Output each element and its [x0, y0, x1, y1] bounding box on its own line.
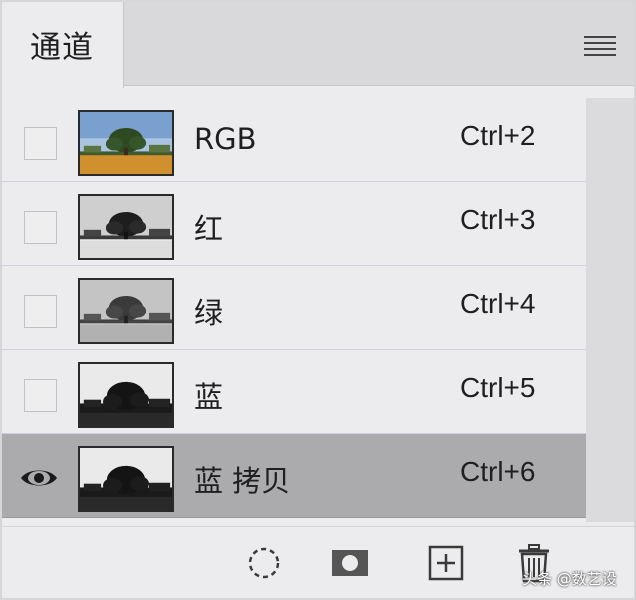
tab-channels[interactable]: 通道 [2, 2, 124, 88]
channel-name: 红 [194, 212, 224, 246]
channel-name: 蓝 拷贝 [194, 464, 291, 498]
channel-shortcut: Ctrl+5 [460, 372, 536, 403]
channel-row-red[interactable]: 红 Ctrl+3 [2, 182, 586, 266]
hamburger-menu-icon[interactable] [584, 36, 616, 58]
new-channel-icon[interactable] [426, 543, 466, 583]
scrollbar[interactable] [586, 98, 634, 522]
channel-thumbnail [78, 194, 174, 260]
channel-row-green[interactable]: 绿 Ctrl+4 [2, 266, 586, 350]
panel-tab-bar: 通道 [2, 2, 634, 88]
load-selection-icon[interactable] [244, 543, 284, 583]
channel-thumbnail [78, 110, 174, 176]
visibility-toggle[interactable] [24, 295, 57, 328]
channel-shortcut: Ctrl+4 [460, 288, 536, 319]
channel-row-blue-copy[interactable]: 蓝 拷贝 Ctrl+6 [2, 434, 586, 518]
visibility-toggle[interactable] [24, 211, 57, 244]
save-selection-mask-icon[interactable] [330, 543, 370, 583]
channel-shortcut: Ctrl+6 [460, 456, 536, 487]
channel-shortcut: Ctrl+2 [460, 120, 536, 151]
eye-icon[interactable] [19, 466, 59, 490]
channels-panel: 通道 RGB Ctrl+2 红 Ctrl+3 绿 Ctrl+4 蓝 Ctrl+5… [0, 0, 636, 600]
channel-name: 蓝 [194, 380, 224, 414]
channel-thumbnail [78, 362, 174, 428]
channel-list: RGB Ctrl+2 红 Ctrl+3 绿 Ctrl+4 蓝 Ctrl+5 蓝 … [2, 98, 586, 518]
channel-name: 绿 [194, 296, 224, 330]
visibility-toggle[interactable] [24, 379, 57, 412]
channel-row-blue[interactable]: 蓝 Ctrl+5 [2, 350, 586, 434]
channel-name: RGB [194, 122, 257, 156]
channel-row-rgb[interactable]: RGB Ctrl+2 [2, 98, 586, 182]
visibility-toggle[interactable] [24, 127, 57, 160]
tab-channels-label: 通道 [30, 30, 94, 66]
watermark: 头条 @数艺设 [522, 570, 617, 588]
channel-shortcut: Ctrl+3 [460, 204, 536, 235]
channel-thumbnail [78, 278, 174, 344]
channel-thumbnail [78, 446, 174, 512]
